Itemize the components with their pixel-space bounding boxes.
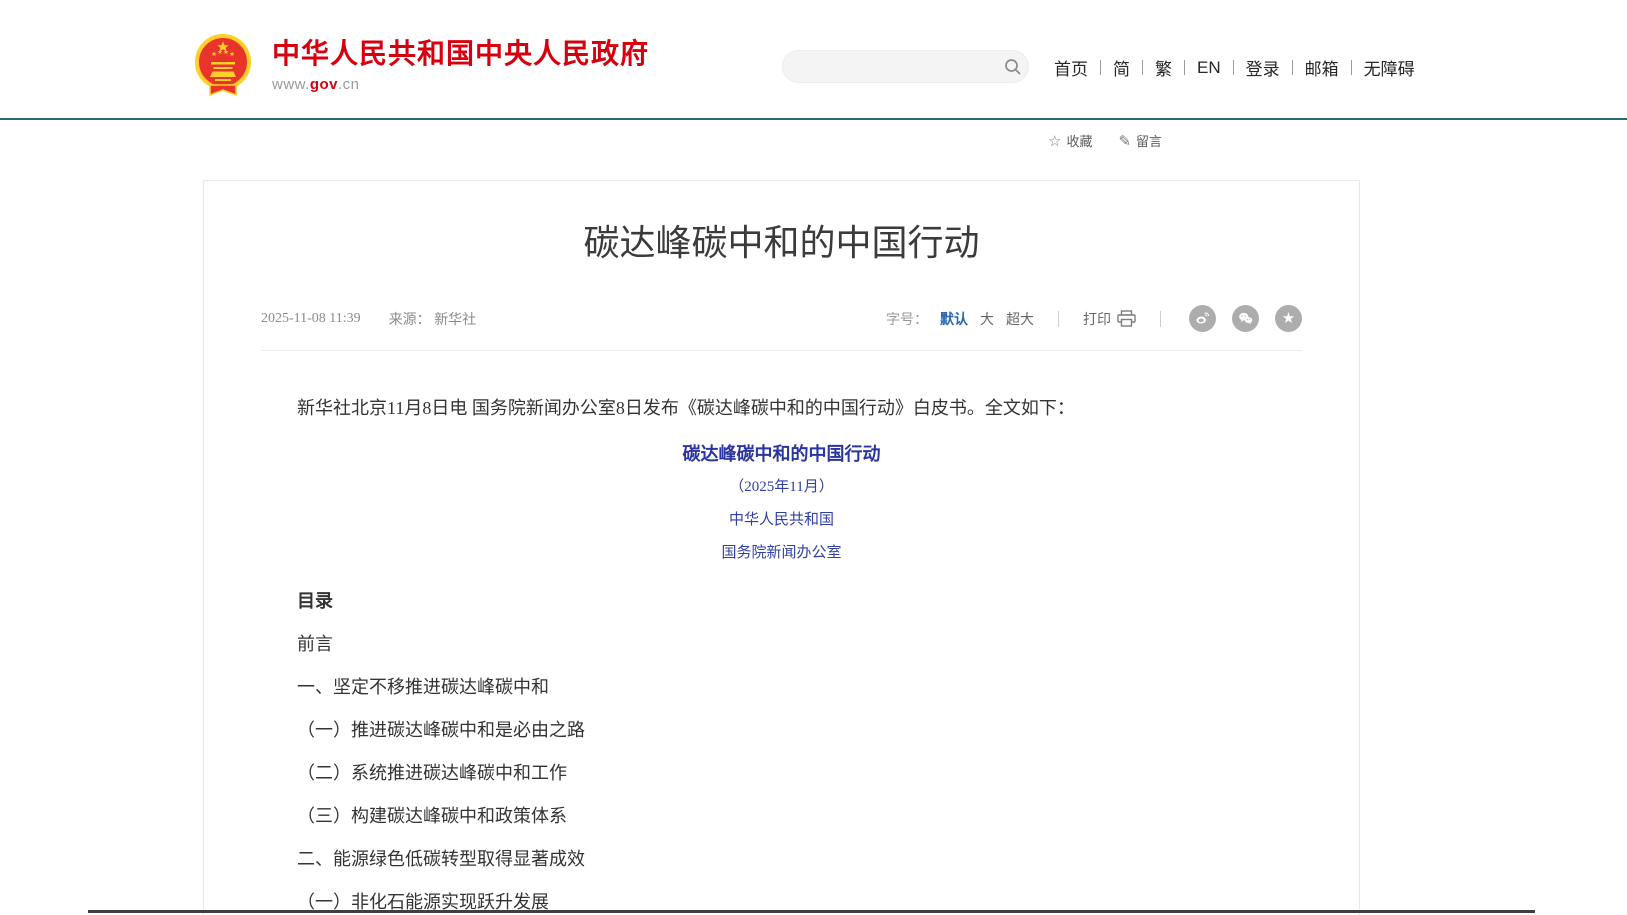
nav-english[interactable]: EN [1185,58,1233,78]
favorite-button[interactable]: ☆ 收藏 [1048,131,1092,150]
toc-item-1-2: （二）系统推进碳达峰碳中和工作 [261,762,1302,784]
site-header: 中华人民共和国中央人民政府 www.gov.cn 首页 简 繁 EN 登录 邮箱… [0,0,1627,118]
nav-login[interactable]: 登录 [1234,55,1292,80]
site-title-block: 中华人民共和国中央人民政府 www.gov.cn [272,32,649,93]
article-panel: 碳达峰碳中和的中国行动 2025-11-08 11:39 来源： 新华社 字号：… [203,180,1360,915]
top-nav: 首页 简 繁 EN 登录 邮箱 无障碍 [1042,55,1427,80]
nav-traditional[interactable]: 繁 [1143,55,1184,80]
font-size-large[interactable]: 大 [980,309,994,329]
star-outline-icon: ☆ [1048,132,1061,150]
search-box [782,50,1029,83]
nav-accessibility[interactable]: 无障碍 [1352,55,1427,80]
printer-icon [1117,310,1136,327]
meta-right: 字号： 默认 大 超大 打印 [886,305,1302,332]
nav-mail[interactable]: 邮箱 [1293,55,1351,80]
print-button[interactable]: 打印 [1083,309,1136,329]
meta-left: 2025-11-08 11:39 来源： 新华社 [261,309,476,329]
pencil-icon: ✎ [1118,132,1131,150]
toc-item-1: 一、坚定不移推进碳达峰碳中和 [261,676,1302,698]
meta-separator [1160,311,1161,327]
toc-item-1-1: （一）推进碳达峰碳中和是必由之路 [261,719,1302,741]
toc-item-1-3: （三）构建碳达峰碳中和政策体系 [261,805,1302,827]
whitepaper-title: 碳达峰碳中和的中国行动 [261,443,1302,465]
meta-separator [1058,311,1059,327]
message-label: 留言 [1136,131,1162,150]
header-divider [0,118,1627,120]
weibo-icon [1194,310,1211,327]
star-share-icon: ★ [1282,311,1295,326]
share-wechat-button[interactable] [1232,305,1259,332]
share-weibo-button[interactable] [1189,305,1216,332]
message-button[interactable]: ✎ 留言 [1118,131,1162,150]
nav-home[interactable]: 首页 [1042,55,1100,80]
article-source: 来源： 新华社 [389,309,477,329]
share-qzone-button[interactable]: ★ [1275,305,1302,332]
article-actions: ☆ 收藏 ✎ 留言 [1048,131,1162,150]
gov-cn-article-page: { "header": { "site_title": "中华人民共和国中央人民… [0,0,1627,915]
article-meta: 2025-11-08 11:39 来源： 新华社 字号： 默认 大 超大 打印 [261,305,1302,351]
whitepaper-date: （2025年11月） [261,476,1302,498]
wechat-icon [1237,310,1254,327]
favorite-label: 收藏 [1066,131,1092,150]
footer-divider [88,910,1535,913]
whitepaper-org-line1: 中华人民共和国 [261,509,1302,531]
nav-simplified[interactable]: 简 [1101,55,1142,80]
whitepaper-org-line2: 国务院新闻办公室 [261,542,1302,564]
site-logo[interactable]: 中华人民共和国中央人民政府 www.gov.cn [190,32,649,100]
toc-heading: 目录 [261,590,1302,612]
print-label: 打印 [1083,309,1111,329]
site-title: 中华人民共和国中央人民政府 [272,38,649,70]
toc-item-preface: 前言 [261,633,1302,655]
national-emblem-icon [190,32,256,100]
article-title: 碳达峰碳中和的中国行动 [261,223,1302,263]
search-icon[interactable] [998,51,1028,82]
search-input[interactable] [783,51,998,82]
site-url: www.gov.cn [272,76,649,93]
article-date: 2025-11-08 11:39 [261,311,361,327]
article-body: 新华社北京11月8日电 国务院新闻办公室8日发布《碳达峰碳中和的中国行动》白皮书… [261,397,1302,913]
toc-item-2: 二、能源绿色低碳转型取得显著成效 [261,848,1302,870]
font-size-default[interactable]: 默认 [940,309,968,329]
font-size-xlarge[interactable]: 超大 [1006,309,1034,329]
intro-paragraph: 新华社北京11月8日电 国务院新闻办公室8日发布《碳达峰碳中和的中国行动》白皮书… [261,397,1302,419]
font-size-label: 字号： [886,309,928,329]
